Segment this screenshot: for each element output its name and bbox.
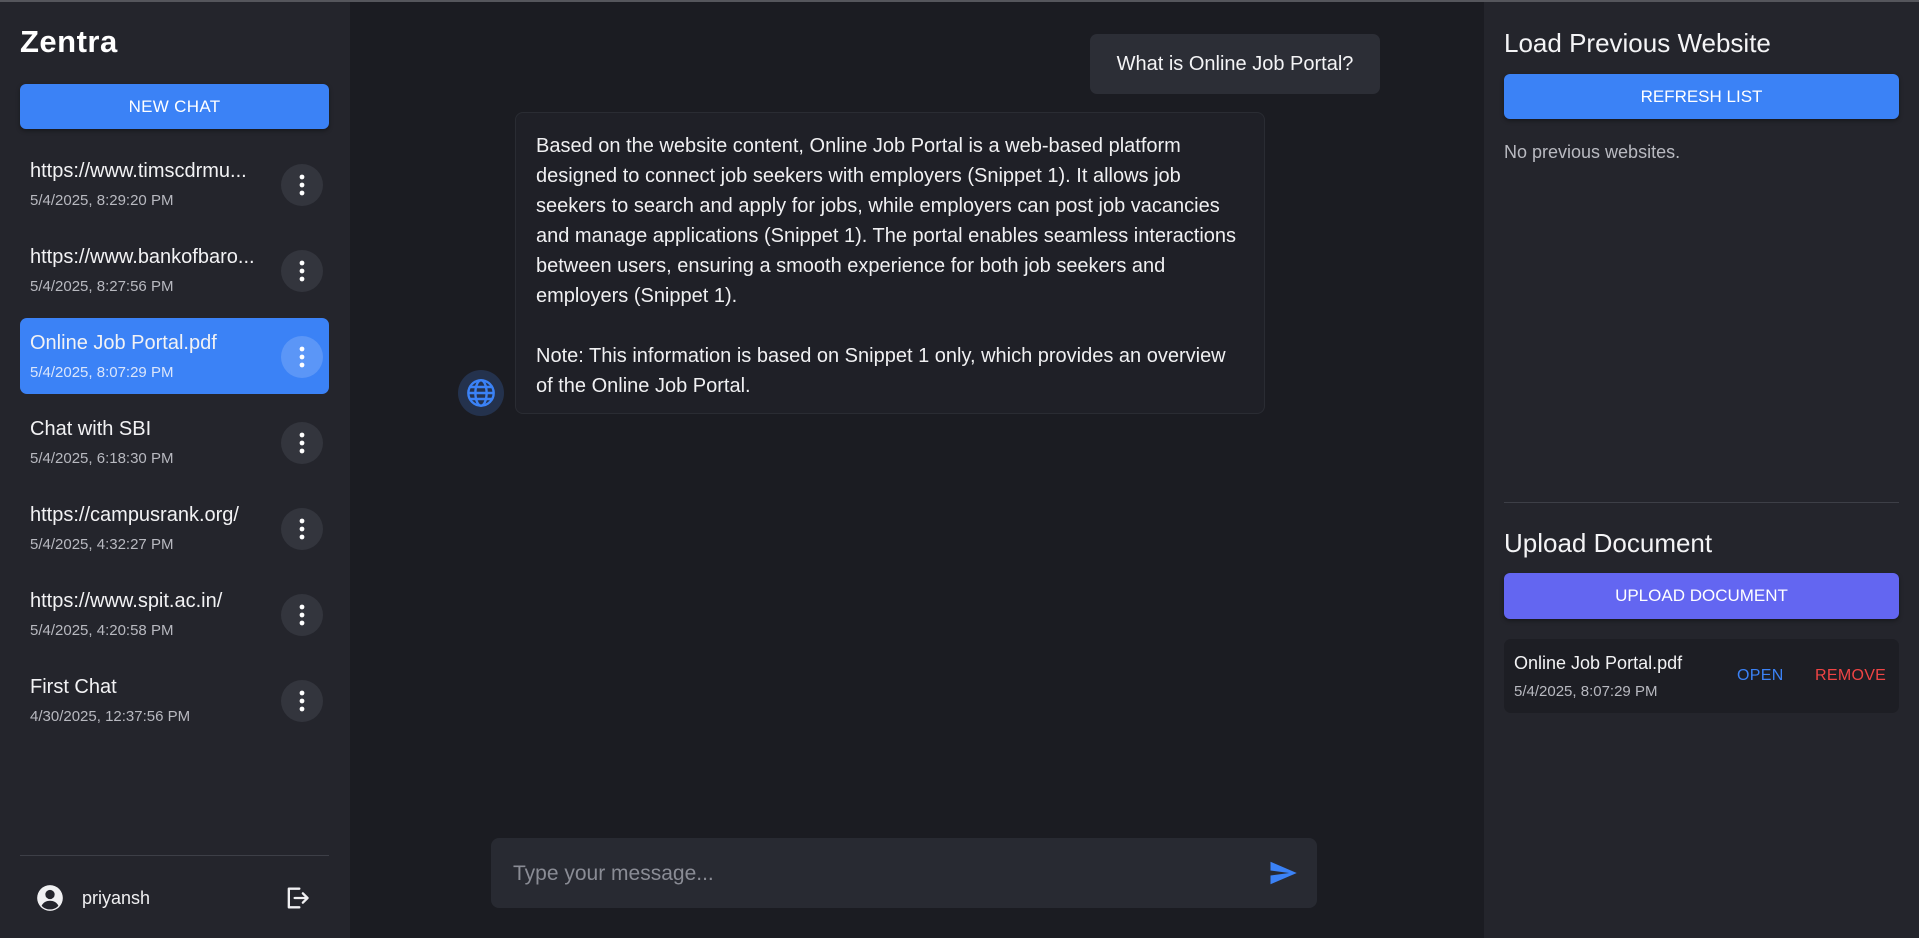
chat-item-menu-button[interactable]	[281, 508, 323, 550]
chat-item[interactable]: https://campusrank.org/ 5/4/2025, 4:32:2…	[20, 490, 329, 566]
more-vertical-icon	[299, 174, 305, 196]
chat-item-date: 5/4/2025, 8:07:29 PM	[30, 364, 174, 381]
chat-item-date: 4/30/2025, 12:37:56 PM	[30, 708, 191, 725]
chat-item-date: 5/4/2025, 4:32:27 PM	[30, 536, 174, 553]
document-date: 5/4/2025, 8:07:29 PM	[1514, 683, 1658, 700]
chat-item-date: 5/4/2025, 4:20:58 PM	[30, 622, 174, 639]
user-message-bubble: What is Online Job Portal?	[1090, 34, 1380, 94]
assistant-message-paragraph: Based on the website content, Online Job…	[536, 135, 1237, 307]
chat-item-title: Online Job Portal.pdf	[30, 332, 217, 354]
chat-item[interactable]: https://www.bankofbaro... 5/4/2025, 8:27…	[20, 232, 329, 308]
chat-item-active[interactable]: Online Job Portal.pdf 5/4/2025, 8:07:29 …	[20, 318, 329, 394]
right-panel-divider	[1504, 502, 1899, 503]
chat-item-title: Chat with SBI	[30, 418, 152, 440]
chat-item-title: https://www.bankofbaro...	[30, 246, 255, 268]
message-input[interactable]	[511, 838, 1235, 910]
no-previous-websites-text: No previous websites.	[1504, 142, 1681, 162]
sidebar-divider	[20, 855, 329, 856]
assistant-message-bubble: Based on the website content, Online Job…	[515, 112, 1265, 414]
chat-area: What is Online Job Portal? Based on the …	[350, 2, 1484, 938]
send-icon[interactable]	[1267, 858, 1299, 888]
chat-item[interactable]: First Chat 4/30/2025, 12:37:56 PM	[20, 662, 329, 738]
refresh-list-button[interactable]: REFRESH LIST	[1504, 74, 1899, 119]
document-name: Online Job Portal.pdf	[1514, 653, 1683, 673]
more-vertical-icon	[299, 518, 305, 540]
more-vertical-icon	[299, 604, 305, 626]
chat-item-date: 5/4/2025, 6:18:30 PM	[30, 450, 174, 467]
chat-item-menu-button[interactable]	[281, 422, 323, 464]
assistant-avatar	[458, 370, 504, 416]
chat-history-list: https://www.timscdrmu... 5/4/2025, 8:29:…	[20, 146, 329, 748]
remove-document-button[interactable]: REMOVE	[1815, 667, 1886, 685]
upload-document-button[interactable]: UPLOAD DOCUMENT	[1504, 573, 1899, 619]
right-panel: Load Previous Website REFRESH LIST No pr…	[1484, 2, 1919, 938]
chat-item-title: https://campusrank.org/	[30, 504, 239, 526]
chat-item[interactable]: https://www.spit.ac.in/ 5/4/2025, 4:20:5…	[20, 576, 329, 652]
sidebar: Zentra NEW CHAT https://www.timscdrmu...…	[0, 2, 350, 938]
more-vertical-icon	[299, 690, 305, 712]
chat-item[interactable]: https://www.timscdrmu... 5/4/2025, 8:29:…	[20, 146, 329, 222]
load-previous-title: Load Previous Website	[1504, 28, 1771, 58]
document-card: Online Job Portal.pdf 5/4/2025, 8:07:29 …	[1504, 639, 1899, 713]
assistant-message-note: Note: This information is based on Snipp…	[536, 345, 1226, 397]
chat-item-menu-button[interactable]	[281, 250, 323, 292]
chat-item-menu-button[interactable]	[281, 164, 323, 206]
chat-item-title: https://www.spit.ac.in/	[30, 590, 223, 612]
logout-icon[interactable]	[283, 884, 311, 912]
app-title: Zentra	[20, 24, 118, 59]
chat-item-title: First Chat	[30, 676, 117, 698]
chat-item-menu-button[interactable]	[281, 594, 323, 636]
chat-item-date: 5/4/2025, 8:27:56 PM	[30, 278, 174, 295]
chat-item[interactable]: Chat with SBI 5/4/2025, 6:18:30 PM	[20, 404, 329, 480]
more-vertical-icon	[299, 432, 305, 454]
chat-item-title: https://www.timscdrmu...	[30, 160, 247, 182]
upload-document-title: Upload Document	[1504, 528, 1713, 558]
user-name: priyansh	[82, 888, 151, 908]
account-circle-icon	[37, 885, 63, 911]
more-vertical-icon	[299, 346, 305, 368]
more-vertical-icon	[299, 260, 305, 282]
chat-item-date: 5/4/2025, 8:29:20 PM	[30, 192, 174, 209]
new-chat-button[interactable]: NEW CHAT	[20, 84, 329, 129]
chat-item-menu-button[interactable]	[281, 336, 323, 378]
open-document-button[interactable]: OPEN	[1737, 667, 1784, 685]
chat-item-menu-button[interactable]	[281, 680, 323, 722]
globe-icon	[467, 379, 495, 407]
message-composer	[491, 838, 1317, 910]
